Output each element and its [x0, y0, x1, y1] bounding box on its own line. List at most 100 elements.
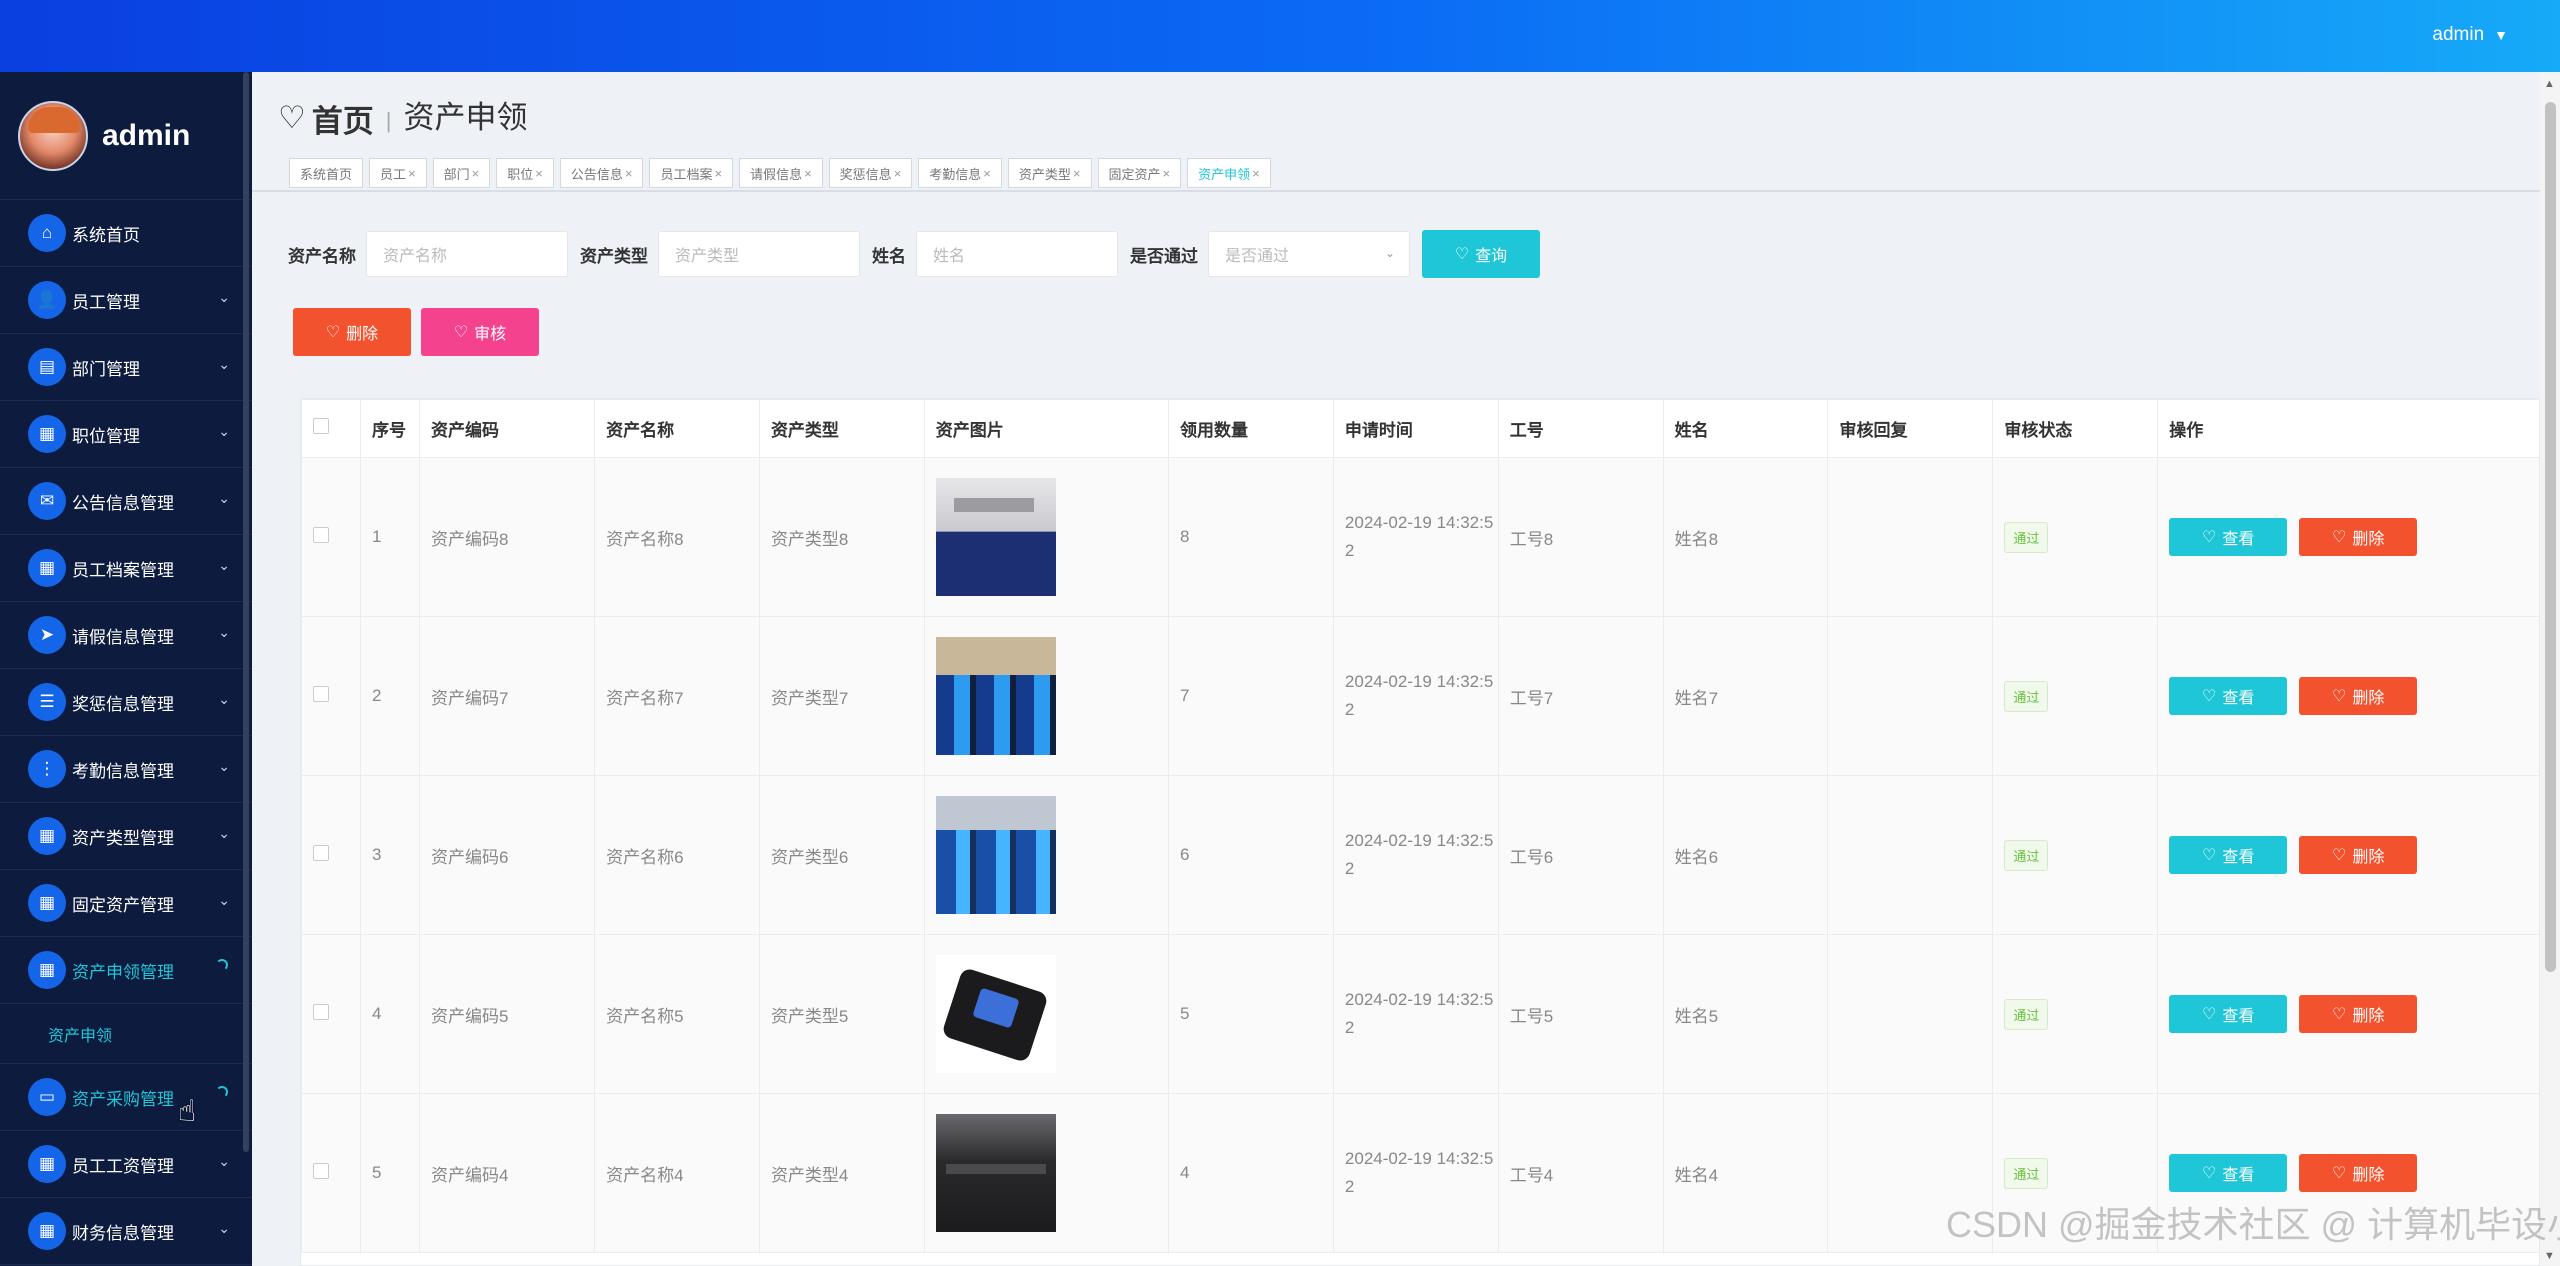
sidebar-scrollbar[interactable]	[243, 72, 249, 1152]
cell-employee-no: 工号5	[1497, 934, 1664, 1094]
batch-delete-button[interactable]: ♡ 删除	[293, 308, 411, 356]
sidebar-item-11[interactable]: ▦ 固定资产管理 ⌄	[0, 870, 252, 937]
delete-button[interactable]: ♡ 删除	[2299, 995, 2418, 1033]
audit-button[interactable]: ♡ 审核	[421, 308, 539, 356]
cell-index: 1	[360, 457, 421, 617]
status-badge: 通过	[2004, 521, 2049, 553]
sidebar-item-12[interactable]: ▦ 资产申领管理	[0, 937, 252, 1004]
row-checkbox[interactable]	[313, 1162, 329, 1179]
tab-10[interactable]: 资产类型 ×	[1007, 158, 1092, 188]
sidebar-item-4[interactable]: ▦ 职位管理 ⌄	[0, 401, 252, 468]
column-header: 姓名	[1662, 399, 1829, 458]
row-checkbox-cell[interactable]	[301, 457, 362, 617]
sidebar-item-7[interactable]: ➤ 请假信息管理 ⌄	[0, 602, 252, 669]
asset-type-input[interactable]: 资产类型	[658, 231, 860, 277]
tab-label: 请假信息	[750, 166, 803, 182]
page-scrollbar-thumb[interactable]	[2545, 102, 2556, 972]
chevron-down-icon: ⌄	[218, 758, 230, 774]
view-button[interactable]: ♡ 查看	[2169, 518, 2288, 556]
close-icon[interactable]: ×	[472, 166, 480, 181]
tab-6[interactable]: 员工档案 ×	[649, 158, 734, 188]
sidebar-item-5[interactable]: ✉ 公告信息管理 ⌄	[0, 468, 252, 535]
tab-4[interactable]: 职位 ×	[496, 158, 554, 188]
tab-3[interactable]: 部门 ×	[432, 158, 491, 188]
search-button[interactable]: ♡ 查询	[1422, 230, 1540, 278]
tab-5[interactable]: 公告信息 ×	[559, 158, 644, 188]
close-icon[interactable]: ×	[1252, 166, 1260, 181]
select-all-checkbox[interactable]	[313, 418, 329, 434]
delete-button[interactable]: ♡ 删除	[2299, 518, 2418, 556]
tab-12[interactable]: 资产申领 ×	[1187, 158, 1271, 188]
breadcrumb-home[interactable]: ♡ 首页	[278, 96, 374, 141]
view-button[interactable]: ♡ 查看	[2169, 1154, 2288, 1192]
close-icon[interactable]: ×	[535, 166, 543, 181]
row-checkbox-cell[interactable]	[301, 616, 362, 776]
close-icon[interactable]: ×	[625, 166, 633, 181]
row-checkbox[interactable]	[313, 526, 329, 543]
cell-asset-name: 资产名称7	[594, 616, 760, 776]
scroll-down-icon[interactable]: ▼	[2544, 1250, 2555, 1262]
column-header[interactable]	[301, 399, 362, 458]
close-icon[interactable]: ×	[1163, 166, 1171, 181]
view-button[interactable]: ♡ 查看	[2169, 677, 2288, 715]
cell-index: 5	[360, 1093, 421, 1253]
view-button[interactable]: ♡ 查看	[2169, 995, 2288, 1033]
close-icon[interactable]: ×	[983, 166, 991, 181]
sidebar-item-8[interactable]: ☰ 奖惩信息管理 ⌄	[0, 669, 252, 736]
sidebar-item-13[interactable]: ▭ 资产采购管理	[0, 1064, 252, 1131]
sidebar-item-2[interactable]: 👤 员工管理 ⌄	[0, 267, 252, 334]
tab-11[interactable]: 固定资产 ×	[1097, 158, 1182, 188]
passed-select[interactable]: 是否通过 ⌄	[1208, 231, 1410, 277]
tab-2[interactable]: 员工 ×	[369, 158, 427, 188]
tab-1[interactable]: 系统首页	[289, 158, 364, 188]
row-checkbox-cell[interactable]	[301, 775, 362, 935]
name-label: 姓名	[872, 246, 906, 266]
cell-asset-image	[923, 934, 1170, 1094]
sidebar-item-6[interactable]: ▦ 员工档案管理 ⌄	[0, 535, 252, 602]
row-checkbox-cell[interactable]	[301, 1093, 362, 1253]
name-input[interactable]: 姓名	[916, 231, 1118, 277]
close-icon[interactable]: ×	[894, 166, 902, 181]
user-menu[interactable]: admin ▼	[2432, 24, 2508, 46]
close-icon[interactable]: ×	[408, 166, 416, 181]
sidebar-item-label: 职位管理	[72, 426, 140, 446]
sidebar-item-14[interactable]: ▦ 员工工资管理 ⌄	[0, 1131, 252, 1198]
delete-button[interactable]: ♡ 删除	[2299, 836, 2418, 874]
sidebar-item-3[interactable]: ▤ 部门管理 ⌄	[0, 334, 252, 401]
close-icon[interactable]: ×	[1073, 166, 1081, 181]
view-button[interactable]: ♡ 查看	[2169, 836, 2288, 874]
scroll-up-icon[interactable]: ▲	[2544, 78, 2555, 90]
row-checkbox[interactable]	[313, 844, 329, 861]
cell-operations: ♡ 查看 ♡ 删除	[2157, 934, 2539, 1094]
cell-asset-image	[923, 1093, 1170, 1253]
sidebar-subitem-asset-request[interactable]: 资产申领	[0, 1004, 252, 1064]
sidebar: admin ⌂ 系统首页 👤 员工管理 ⌄ ▤ 部门管理 ⌄ ▦ 职位管理 ⌄ ✉ 公告信息管理 ⌄ ▦ 员工…	[0, 72, 252, 1266]
tab-9[interactable]: 考勤信息 ×	[918, 158, 1002, 188]
cell-quantity: 6	[1168, 775, 1334, 935]
row-checkbox[interactable]	[313, 1003, 329, 1020]
asset-name-input[interactable]: 资产名称	[366, 231, 568, 277]
cell-asset-name: 资产名称8	[594, 457, 760, 617]
row-checkbox[interactable]	[313, 685, 329, 702]
tab-7[interactable]: 请假信息 ×	[739, 158, 823, 188]
search-button-label: 查询	[1475, 248, 1508, 265]
sidebar-item-9[interactable]: ⋮ 考勤信息管理 ⌄	[0, 736, 252, 803]
page-scrollbar[interactable]: ▲ ▼	[2540, 72, 2560, 1266]
tab-8[interactable]: 奖惩信息 ×	[828, 158, 913, 188]
sidebar-item-label: 部门管理	[72, 359, 140, 379]
chevron-down-icon: ⌄	[218, 557, 230, 573]
close-icon[interactable]: ×	[804, 166, 812, 181]
heart-icon: ♡	[2332, 688, 2347, 705]
delete-button[interactable]: ♡ 删除	[2299, 1154, 2418, 1192]
cell-quantity: 4	[1168, 1093, 1334, 1253]
row-checkbox-cell[interactable]	[301, 934, 362, 1094]
sidebar-item-15[interactable]: ▦ 财务信息管理 ⌄	[0, 1198, 252, 1265]
close-icon[interactable]: ×	[714, 166, 722, 181]
sidebar-item-label: 公告信息管理	[72, 493, 174, 513]
sidebar-item-10[interactable]: ▦ 资产类型管理 ⌄	[0, 803, 252, 870]
column-header: 资产图片	[923, 399, 1170, 458]
delete-button[interactable]: ♡ 删除	[2299, 677, 2418, 715]
cell-asset-image	[923, 457, 1170, 617]
sidebar-item-1[interactable]: ⌂ 系统首页	[0, 200, 252, 267]
sidebar-item-label: 财务信息管理	[72, 1223, 174, 1243]
